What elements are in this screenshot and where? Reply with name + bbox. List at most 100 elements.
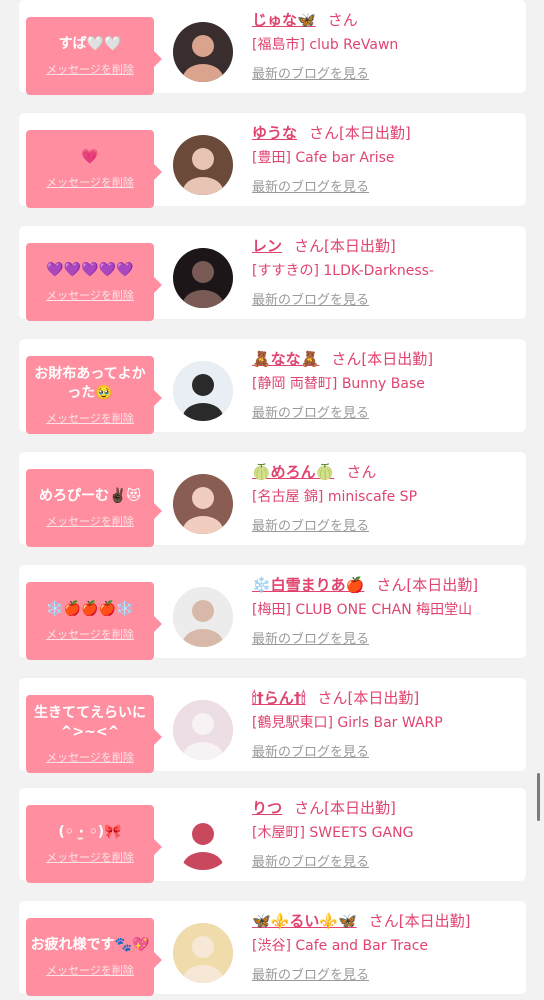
- avatar-photo-icon: [173, 361, 233, 421]
- cast-name-link[interactable]: ❄️白雪まりあ🍎: [252, 576, 364, 594]
- avatar-photo-icon: [173, 474, 233, 534]
- message-bubble: (◦ ·̫ ◦)🎀 メッセージを削除: [26, 805, 162, 883]
- delete-message-link[interactable]: メッセージを削除: [46, 61, 134, 77]
- delete-message-link[interactable]: メッセージを削除: [46, 849, 134, 865]
- shift-badge: [本日出勤]: [324, 237, 396, 255]
- avatar-photo-icon: [173, 248, 233, 308]
- avatar[interactable]: [173, 22, 233, 82]
- avatar[interactable]: [173, 700, 233, 760]
- cast-name-line: 🦋⚜️るい⚜️🦋 さん[本日出勤]: [252, 911, 470, 931]
- avatar[interactable]: [173, 135, 233, 195]
- shop-link[interactable]: [渋谷] Cafe and Bar Trace: [252, 936, 428, 956]
- cast-name-link[interactable]: 🦋⚜️るい⚜️🦋: [252, 912, 357, 930]
- message-bubble: すば🤍🤍 メッセージを削除: [26, 17, 162, 95]
- cast-name-link[interactable]: レン: [252, 237, 282, 255]
- message-card: お疲れ様です🐾💖 メッセージを削除 🦋⚜️るい⚜️🦋 さん[本日出勤] [渋谷] …: [19, 901, 526, 996]
- cast-name-line: ❄️白雪まりあ🍎 さん[本日出勤]: [252, 575, 478, 595]
- avatar[interactable]: [173, 361, 233, 421]
- message-text: ❄️🍎🍎🍎❄️: [46, 601, 134, 617]
- scrollbar-thumb[interactable]: [537, 773, 540, 821]
- shift-badge: [本日出勤]: [324, 799, 396, 817]
- delete-message-link[interactable]: メッセージを削除: [46, 962, 134, 978]
- shift-badge: [本日出勤]: [398, 912, 471, 930]
- avatar-photo-icon: [173, 22, 233, 82]
- message-text: 💗: [81, 149, 99, 165]
- cast-name-line: 🍈めろん🍈 さん: [252, 462, 376, 482]
- honorific: さん: [346, 463, 377, 481]
- honorific: さん: [368, 912, 399, 930]
- message-card: 生きててえらいに ^>~<^ メッセージを削除 🕯†らん†🕯 さん[本日出勤] […: [19, 678, 526, 773]
- message-card: 💜💜💜💜💜 メッセージを削除 レン さん[本日出勤] [すすきの] 1LDK-Da…: [19, 226, 526, 321]
- cast-name-link[interactable]: じゅな🦋: [252, 11, 316, 29]
- message-bubble: 💗 メッセージを削除: [26, 130, 162, 208]
- cast-name-line: ゆうな さん[本日出勤]: [252, 123, 411, 143]
- honorific: さん: [376, 576, 407, 594]
- latest-blog-link[interactable]: 最新のブログを見る: [252, 179, 369, 197]
- cast-name-link[interactable]: 🧸なな🧸: [252, 350, 319, 368]
- latest-blog-link[interactable]: 最新のブログを見る: [252, 631, 369, 649]
- latest-blog-link[interactable]: 最新のブログを見る: [252, 854, 369, 872]
- shop-link[interactable]: [梅田] CLUB ONE CHAN 梅田堂山: [252, 600, 472, 620]
- cast-name-line: 🕯†らん†🕯 さん[本日出勤]: [252, 688, 419, 708]
- shift-badge: [本日出勤]: [361, 350, 434, 368]
- honorific: さん: [294, 799, 325, 817]
- shop-link[interactable]: [福島市] club ReVawn: [252, 35, 398, 55]
- avatar[interactable]: [173, 474, 233, 534]
- honorific: さん: [327, 11, 358, 29]
- cast-name-line: じゅな🦋 さん: [252, 10, 358, 30]
- delete-message-link[interactable]: メッセージを削除: [46, 174, 134, 190]
- cast-name-link[interactable]: 🍈めろん🍈: [252, 463, 334, 481]
- message-text: めろぴーむ✌🏿😻: [38, 488, 142, 504]
- message-text: 生きててえらいに ^>~<^: [34, 704, 146, 740]
- avatar[interactable]: [173, 587, 233, 647]
- cast-name-line: レン さん[本日出勤]: [252, 236, 396, 256]
- cast-name-line: りつ さん[本日出勤]: [252, 798, 396, 818]
- shop-link[interactable]: [静岡 両替町] Bunny Base: [252, 374, 425, 394]
- latest-blog-link[interactable]: 最新のブログを見る: [252, 405, 369, 423]
- avatar-photo-icon: [173, 810, 233, 870]
- message-bubble: 生きててえらいに ^>~<^ メッセージを削除: [26, 695, 162, 773]
- message-bubble: ❄️🍎🍎🍎❄️ メッセージを削除: [26, 582, 162, 660]
- cast-name-link[interactable]: 🕯†らん†🕯: [252, 689, 306, 707]
- delete-message-link[interactable]: メッセージを削除: [46, 513, 134, 529]
- latest-blog-link[interactable]: 最新のブログを見る: [252, 66, 369, 84]
- honorific: さん: [294, 237, 325, 255]
- latest-blog-link[interactable]: 最新のブログを見る: [252, 744, 369, 762]
- shift-badge: [本日出勤]: [347, 689, 420, 707]
- latest-blog-link[interactable]: 最新のブログを見る: [252, 967, 369, 985]
- avatar[interactable]: [173, 923, 233, 983]
- delete-message-link[interactable]: メッセージを削除: [46, 749, 134, 765]
- honorific: さん: [317, 689, 348, 707]
- cast-name-line: 🧸なな🧸 さん[本日出勤]: [252, 349, 433, 369]
- latest-blog-link[interactable]: 最新のブログを見る: [252, 518, 369, 536]
- avatar[interactable]: [173, 248, 233, 308]
- avatar-photo-icon: [173, 700, 233, 760]
- delete-message-link[interactable]: メッセージを削除: [46, 287, 134, 303]
- shift-badge: [本日出勤]: [406, 576, 479, 594]
- message-text: すば🤍🤍: [58, 36, 122, 52]
- message-card: すば🤍🤍 メッセージを削除 じゅな🦋 さん [福島市] club ReVawn 最…: [19, 0, 526, 95]
- cast-name-link[interactable]: りつ: [252, 799, 282, 817]
- message-bubble: お財布あってよかった🥹 メッセージを削除: [26, 356, 162, 434]
- message-card: (◦ ·̫ ◦)🎀 メッセージを削除 りつ さん[本日出勤] [木屋町] SWEE…: [19, 788, 526, 883]
- latest-blog-link[interactable]: 最新のブログを見る: [252, 292, 369, 310]
- delete-message-link[interactable]: メッセージを削除: [46, 410, 134, 426]
- honorific: さん: [309, 124, 340, 142]
- shop-link[interactable]: [すすきの] 1LDK-Darkness-: [252, 261, 434, 281]
- shop-link[interactable]: [鶴見駅東口] Girls Bar WARP: [252, 713, 443, 733]
- cast-name-link[interactable]: ゆうな: [252, 124, 297, 142]
- message-bubble: お疲れ様です🐾💖 メッセージを削除: [26, 918, 162, 996]
- avatar-photo-icon: [173, 135, 233, 195]
- shop-link[interactable]: [木屋町] SWEETS GANG: [252, 823, 413, 843]
- avatar-photo-icon: [173, 587, 233, 647]
- message-bubble: 💜💜💜💜💜 メッセージを削除: [26, 243, 162, 321]
- delete-message-link[interactable]: メッセージを削除: [46, 626, 134, 642]
- message-text: (◦ ·̫ ◦)🎀: [58, 824, 122, 840]
- shop-link[interactable]: [名古屋 錦] miniscafe SP: [252, 487, 417, 507]
- avatar-photo-icon: [173, 923, 233, 983]
- shop-link[interactable]: [豊田] Cafe bar Arise: [252, 148, 395, 168]
- avatar[interactable]: [173, 810, 233, 870]
- message-text: お疲れ様です🐾💖: [30, 937, 150, 953]
- honorific: さん: [331, 350, 362, 368]
- message-bubble: めろぴーむ✌🏿😻 メッセージを削除: [26, 469, 162, 547]
